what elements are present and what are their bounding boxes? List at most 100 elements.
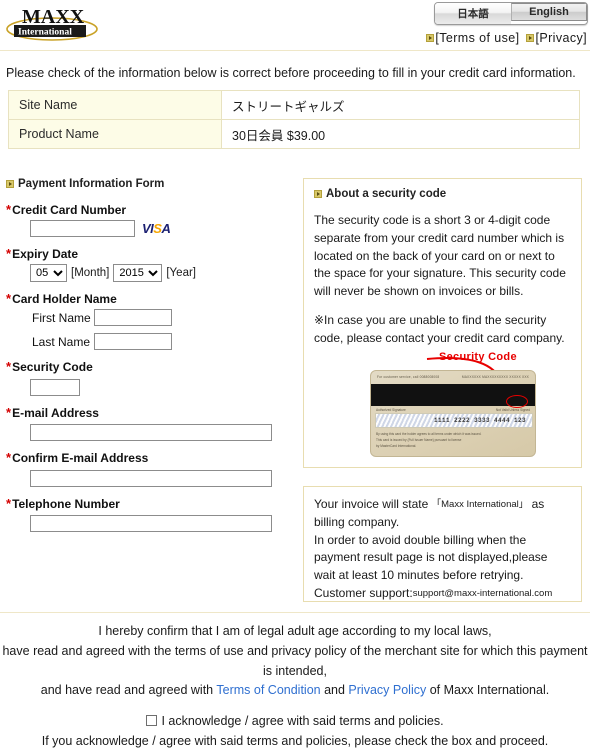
chevron-square-icon (6, 180, 14, 188)
invoice-double-billing-note: In order to avoid double billing when th… (314, 532, 548, 583)
label-confirm-email-address: * Confirm E-mail Address (6, 450, 149, 465)
security-panel-paragraph-2: ※In case you are unable to find the secu… (314, 312, 565, 345)
chevron-square-icon (426, 34, 435, 42)
table-row: Product Name 30日会員 $39.00 (8, 119, 580, 149)
field-telephone-number: * Telephone Number (6, 495, 296, 532)
label-credit-card-number: * Credit Card Number (6, 202, 127, 217)
info-panels-column: About a security code The security code … (303, 178, 582, 602)
expiry-month-suffix: [Month] (71, 267, 110, 279)
label-last-name: Last Name (32, 334, 91, 349)
first-name-row: First Name (32, 309, 296, 326)
security-code-annotation-label: Security Code (439, 351, 517, 364)
footer-divider (0, 612, 590, 613)
row-label-site-name: Site Name (8, 90, 222, 120)
required-asterisk: * (6, 495, 12, 511)
security-panel-paragraph-1: The security code is a short 3 or 4-digi… (314, 213, 566, 298)
table-row: Site Name ストリートギャルズ (8, 90, 580, 120)
invoice-panel-body: Your invoice will state 「Maxx Internatio… (314, 496, 571, 603)
card-fine-line-3: by MasterCard International. (376, 444, 417, 449)
required-asterisk: * (6, 450, 12, 465)
confirm-email-address-input[interactable] (30, 469, 272, 487)
security-panel-heading-label: About a security code (326, 188, 447, 200)
footer-line3-mid: and (320, 683, 349, 698)
acknowledge-label: I acknowledge / agree with said terms an… (161, 714, 444, 728)
customer-support-row: Customer support:support@maxx-internatio… (314, 585, 571, 603)
expiry-month-select[interactable]: 05 (30, 264, 67, 282)
payment-form-column: Payment Information Form * Credit Card N… (6, 178, 296, 541)
payment-form-heading: Payment Information Form (6, 178, 296, 190)
label-email-address: * E-mail Address (6, 404, 99, 420)
lang-button-english[interactable]: English (511, 3, 587, 21)
label-security-code: * Security Code (6, 359, 93, 374)
customer-support-label: Customer support: (314, 585, 413, 600)
card-top-text: For customer service, call 0088008008 MA… (377, 375, 529, 379)
security-code-panel: About a security code The security code … (303, 178, 582, 468)
expiry-year-suffix: [Year] (166, 267, 196, 279)
field-security-code: * Security Code (6, 359, 296, 396)
lang-button-japanese[interactable]: 日本語 (435, 3, 511, 24)
credit-card-input-row: VISA (6, 220, 296, 237)
authorized-signature-label: Authorized Signature (376, 408, 406, 413)
footer-line3-post: of Maxx International. (426, 683, 550, 698)
acknowledge-checkbox[interactable] (146, 715, 158, 726)
card-service-phone: For customer service, call 0088008008 (377, 375, 440, 380)
privacy-policy-link[interactable]: Privacy Policy (348, 683, 426, 697)
first-name-input[interactable] (94, 309, 172, 326)
security-panel-heading: About a security code (314, 188, 571, 200)
logo-graphic: MAXX International (6, 6, 98, 41)
credit-card-back-illustration: Security Code For customer service, call… (314, 351, 571, 459)
field-confirm-email-address: * Confirm E-mail Address (6, 450, 296, 487)
visa-logo-icon: VISA (142, 221, 171, 236)
chevron-square-icon (526, 34, 535, 42)
language-toggle[interactable]: 日本語 English (434, 2, 588, 25)
label-expiry-date: * Expiry Date (6, 246, 79, 261)
field-email-address: * E-mail Address (6, 404, 296, 441)
header-divider (0, 50, 590, 51)
order-info-table: Site Name ストリートギャルズ Product Name 30日会員 $… (8, 90, 580, 149)
required-asterisk: * (6, 246, 12, 261)
footer-consent-line-3: and have read and agreed with Terms of C… (0, 681, 590, 701)
credit-card-number-input[interactable] (30, 220, 135, 237)
field-credit-card-number: * Credit Card Number VISA (6, 202, 296, 237)
security-code-input[interactable] (30, 378, 80, 396)
email-address-input[interactable] (30, 424, 272, 441)
footer-consent-line-2: have read and agreed with the terms of u… (2, 643, 588, 678)
row-label-product-name: Product Name (8, 119, 222, 149)
not-valid-unless-signed-label: Not Valid Unless Signed (495, 408, 530, 413)
card-signature-number: 1111 2222 3333 4444 123 (433, 417, 526, 425)
card-fine-print: By using this card the holder agrees to … (376, 431, 530, 449)
terms-of-use-link[interactable]: [Terms of use] (426, 31, 519, 45)
telephone-number-input[interactable] (30, 515, 272, 532)
svg-text:International: International (18, 28, 72, 38)
signature-strip: 1111 2222 3333 4444 123 (375, 413, 533, 429)
page-intro-text: Please check of the information below is… (6, 66, 576, 80)
page-header: MAXX International 日本語 English [Terms of… (0, 0, 590, 52)
required-asterisk: * (6, 359, 12, 374)
terms-of-condition-link[interactable]: Terms of Condition (216, 683, 320, 697)
label-card-holder-name: * Card Holder Name (6, 291, 117, 306)
card-back-image: For customer service, call 0088008008 MA… (370, 370, 536, 458)
invoice-company-name: 「Maxx International」 (431, 499, 529, 510)
label-telephone-number: * Telephone Number (6, 495, 120, 511)
footer-instruction: If you acknowledge / agree with said ter… (41, 733, 549, 748)
row-value-product-name: 30日会員 $39.00 (221, 119, 580, 149)
footer-line3-pre: and have read and agreed with (40, 683, 217, 698)
invoice-line1-pre: Your invoice will state (314, 497, 432, 511)
expiry-select-row: 05 [Month] 2015 [Year] (30, 264, 296, 282)
header-links: [Terms of use] [Privacy] (426, 31, 587, 45)
payment-form-heading-label: Payment Information Form (18, 178, 165, 190)
privacy-link[interactable]: [Privacy] (526, 31, 587, 45)
row-value-site-name: ストリートギャルズ (221, 90, 580, 120)
invoice-info-panel: Your invoice will state 「Maxx Internatio… (303, 486, 582, 602)
required-asterisk: * (6, 291, 12, 306)
card-top-right-text: MAXXXXXX MAXXXXXXXXX XXXXX XXX (461, 375, 529, 380)
field-card-holder-name: * Card Holder Name First Name Last Name (6, 291, 296, 350)
last-name-input[interactable] (94, 333, 172, 350)
last-name-row: Last Name (32, 333, 296, 350)
invoice-billing-statement: Your invoice will state 「Maxx Internatio… (314, 496, 571, 532)
label-first-name: First Name (32, 310, 91, 325)
customer-support-email[interactable]: support@maxx-international.com (413, 588, 553, 599)
signature-row-labels: Authorized Signature Not Valid Unless Si… (376, 408, 530, 412)
expiry-year-select[interactable]: 2015 (113, 264, 163, 282)
chevron-square-icon (314, 190, 322, 198)
